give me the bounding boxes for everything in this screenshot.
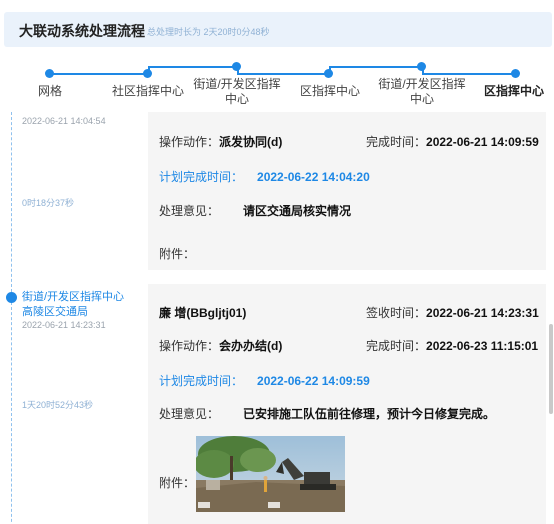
entry-time: 2022-06-21 14:23:31 (22, 320, 106, 330)
process-flow-page: 大联动系统处理流程 总处理时长为 2天20时0分48秒 网格 社区指挥中心 街道… (0, 0, 554, 524)
step-dot (511, 69, 520, 78)
entry-duration: 1天20时52分43秒 (22, 400, 94, 410)
step-label: 区指挥中心 (299, 84, 360, 98)
step-label: 街道/开发区指挥 中心 (193, 77, 281, 106)
action-row: 操作动作：派发协同(d) (159, 135, 283, 149)
complete-time-row: 完成时间：2022-06-23 11:15:01 (366, 339, 539, 353)
complete-time-row: 完成时间：2022-06-21 14:09:59 (366, 135, 539, 149)
step-connector (329, 66, 422, 68)
step-connector (422, 73, 516, 75)
step-dot (417, 62, 426, 71)
entry-duration: 0时18分37秒 (22, 198, 75, 208)
step-label-current: 区指挥中心 (483, 84, 544, 98)
sign-time-row: 签收时间：2022-06-21 14:23:31 (366, 306, 539, 320)
process-card: 操作动作：派发协同(d) 完成时间：2022-06-21 14:09:59 计划… (148, 112, 546, 270)
opinion-row: 处理意见： 请区交通局核实情况 (159, 204, 352, 218)
timeline-line (11, 112, 12, 292)
timeline-line (11, 302, 12, 524)
step-label: 网格 (37, 84, 62, 98)
flow-stepper: 网格 社区指挥中心 街道/开发区指挥 中心 区指挥中心 街道/开发区指挥 中心 … (0, 55, 554, 107)
action-row: 操作动作：会办办结(d) (159, 339, 283, 353)
flow-header: 大联动系统处理流程 总处理时长为 2天20时0分48秒 (4, 12, 552, 47)
step-dot (232, 62, 241, 71)
step-connector (148, 66, 237, 68)
step-dot (45, 69, 54, 78)
step-dot (143, 69, 152, 78)
process-card: 廉 增(BBgljtj01) 签收时间：2022-06-21 14:23:31 … (148, 284, 546, 524)
plan-time-row: 计划完成时间： 2022-06-22 14:04:20 (159, 170, 370, 184)
entry-time: 2022-06-21 14:04:54 (22, 116, 106, 126)
step-connector (237, 73, 329, 75)
attachment-row: 附件： (159, 476, 196, 490)
plan-time-row: 计划完成时间： 2022-06-22 14:09:59 (159, 374, 370, 388)
total-duration: 总处理时长为 2天20时0分48秒 (147, 27, 270, 37)
process-timeline: 2022-06-21 14:04:54 0时18分37秒 操作动作：派发协同(d… (0, 112, 554, 524)
opinion-row: 处理意见： 已安排施工队伍前往修理，预计今日修复完成。 (159, 407, 496, 421)
timeline-dot (6, 292, 17, 303)
attachment-row: 附件： (159, 247, 196, 261)
entry-organization[interactable]: 高陵区交通局 (22, 305, 88, 320)
entry-department[interactable]: 街道/开发区指挥中心 (22, 290, 124, 305)
construction-photo-icon (196, 436, 345, 512)
step-label: 街道/开发区指挥 中心 (378, 77, 466, 106)
scrollbar-thumb[interactable] (549, 324, 553, 414)
step-label: 社区指挥中心 (111, 84, 184, 98)
step-dot (324, 69, 333, 78)
handler-row: 廉 增(BBgljtj01) (159, 306, 247, 320)
attachment-photo[interactable] (196, 436, 345, 512)
step-connector (50, 73, 148, 75)
page-title: 大联动系统处理流程 (19, 23, 145, 39)
